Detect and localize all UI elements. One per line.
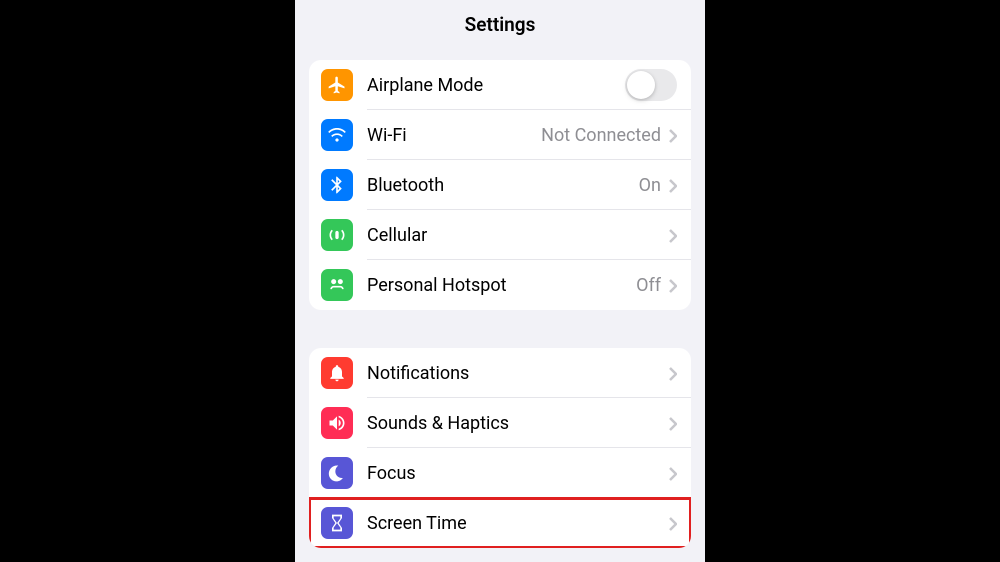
row-bluetooth[interactable]: Bluetooth On [309, 160, 691, 210]
settings-group-connectivity: Airplane Mode Wi-Fi Not Connected Blueto… [309, 60, 691, 310]
hotspot-icon [321, 269, 353, 301]
row-label: Airplane Mode [367, 75, 625, 96]
chevron-right-icon [669, 516, 677, 530]
row-value: Off [636, 275, 661, 296]
row-cellular[interactable]: Cellular [309, 210, 691, 260]
row-focus[interactable]: Focus [309, 448, 691, 498]
page-title: Settings [465, 13, 536, 36]
row-label: Cellular [367, 225, 669, 246]
row-label: Focus [367, 463, 669, 484]
sounds-icon [321, 407, 353, 439]
row-label: Personal Hotspot [367, 275, 636, 296]
row-personal-hotspot[interactable]: Personal Hotspot Off [309, 260, 691, 310]
chevron-right-icon [669, 278, 677, 292]
row-screen-time[interactable]: Screen Time [309, 498, 691, 548]
row-airplane-mode[interactable]: Airplane Mode [309, 60, 691, 110]
row-value: On [639, 175, 661, 196]
airplane-toggle[interactable] [625, 69, 677, 101]
chevron-right-icon [669, 178, 677, 192]
row-value: Not Connected [541, 125, 661, 146]
row-label: Sounds & Haptics [367, 413, 669, 434]
toggle-knob [627, 71, 655, 99]
cellular-icon [321, 219, 353, 251]
row-notifications[interactable]: Notifications [309, 348, 691, 398]
chevron-right-icon [669, 228, 677, 242]
settings-group-general: Notifications Sounds & Haptics Focus [309, 348, 691, 548]
chevron-right-icon [669, 128, 677, 142]
settings-screen: Settings Airplane Mode Wi-Fi Not Connect… [295, 0, 705, 562]
row-label: Notifications [367, 363, 669, 384]
row-label: Screen Time [367, 513, 669, 534]
chevron-right-icon [669, 466, 677, 480]
airplane-icon [321, 69, 353, 101]
row-wifi[interactable]: Wi-Fi Not Connected [309, 110, 691, 160]
row-label: Bluetooth [367, 175, 639, 196]
row-label: Wi-Fi [367, 125, 541, 146]
nav-header: Settings [295, 0, 705, 48]
screen-time-icon [321, 507, 353, 539]
row-sounds-haptics[interactable]: Sounds & Haptics [309, 398, 691, 448]
wifi-icon [321, 119, 353, 151]
bluetooth-icon [321, 169, 353, 201]
chevron-right-icon [669, 416, 677, 430]
chevron-right-icon [669, 366, 677, 380]
focus-icon [321, 457, 353, 489]
notifications-icon [321, 357, 353, 389]
